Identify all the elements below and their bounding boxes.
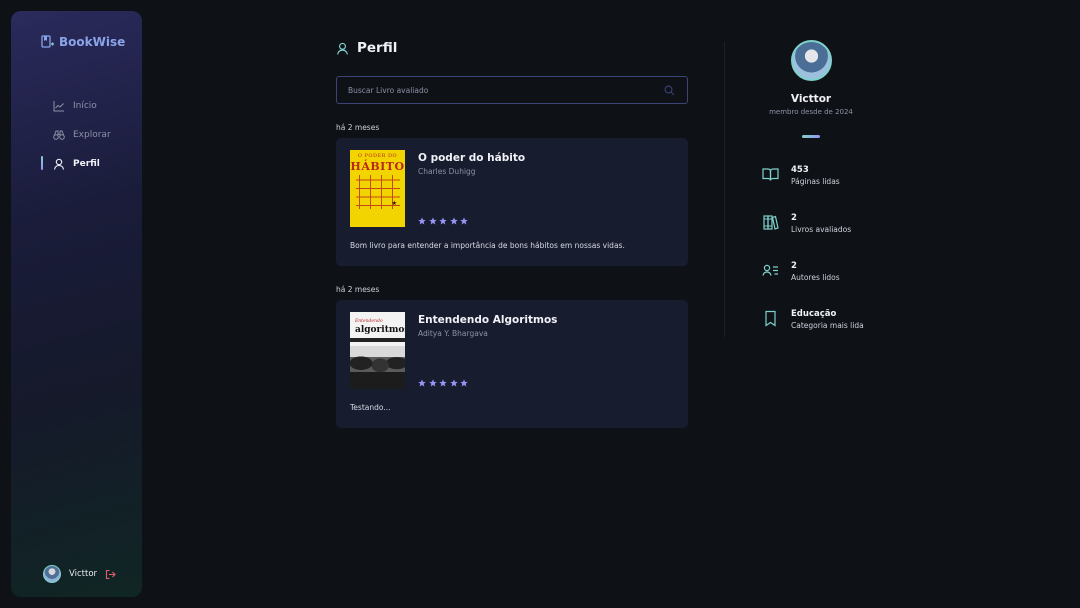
star-icon: [460, 217, 468, 225]
book-open-icon: [762, 168, 779, 181]
star-icon: [418, 217, 426, 225]
cover-text-title: HÁBITO: [350, 160, 405, 173]
rating-stars: [418, 217, 468, 225]
books-icon: [763, 215, 779, 230]
profile-stats: 453 Páginas lidas 2 Livros avaliados 2 A…: [740, 165, 882, 357]
sidebar-nav: Início Explorar Perfil: [41, 91, 111, 178]
search-icon[interactable]: [664, 85, 675, 96]
book-cover[interactable]: O PODER DO HÁBITO ★: [350, 150, 405, 227]
user-list-icon: [762, 264, 778, 276]
star-icon: [460, 379, 468, 387]
book-title[interactable]: Entendendo Algoritmos: [418, 314, 557, 326]
sidebar-user-name: Victtor: [69, 569, 98, 579]
review-time: há 2 meses: [336, 285, 380, 294]
book-title[interactable]: O poder do hábito: [418, 152, 525, 164]
user-icon: [53, 158, 65, 170]
profile-name: Victtor: [790, 93, 832, 105]
active-indicator: [41, 156, 43, 170]
star-icon: [418, 379, 426, 387]
rating-stars: [418, 379, 468, 387]
avatar[interactable]: [43, 565, 61, 583]
stat-value: 2: [791, 213, 797, 223]
cover-text-top: O PODER DO: [357, 153, 398, 159]
stat-value: 453: [791, 165, 809, 175]
sidebar-user: Victtor: [43, 565, 116, 583]
sidebar-item-label: Início: [73, 100, 97, 111]
stat-books-reviewed: 2 Livros avaliados: [762, 213, 882, 261]
main-content: Perfil há 2 meses O PODER DO HÁBITO ★ O …: [336, 40, 688, 428]
review-text: Testando...: [350, 403, 391, 412]
book-author: Aditya Y. Bhargava: [418, 329, 488, 338]
member-since: membro desde de 2024: [769, 108, 853, 116]
stat-label: Categoria mais lida: [791, 321, 864, 330]
sidebar-item-label: Explorar: [73, 129, 111, 140]
avatar[interactable]: [790, 40, 832, 81]
accent-divider: [802, 135, 820, 138]
stat-authors-read: 2 Autores lidos: [762, 261, 882, 309]
page-title: Perfil: [336, 40, 688, 56]
stat-label: Autores lidos: [791, 273, 840, 282]
star-icon: [439, 217, 447, 225]
review-text: Bom livro para entender a importância de…: [350, 241, 625, 250]
review-card[interactable]: Entendendo algoritmos Entendendo Algorit…: [336, 300, 688, 428]
sidebar-item-explorar[interactable]: Explorar: [41, 120, 111, 149]
binoculars-icon: [53, 130, 65, 140]
stat-label: Livros avaliados: [791, 225, 852, 234]
sidebar-item-label: Perfil: [73, 158, 100, 169]
app-logo[interactable]: BookWise: [41, 35, 125, 49]
book-cover[interactable]: Entendendo algoritmos: [350, 312, 405, 389]
profile-panel: Victtor membro desde de 2024 453 Páginas…: [740, 40, 882, 357]
star-icon: [428, 379, 437, 387]
cover-text-title: algoritmos: [355, 325, 405, 335]
sidebar-item-inicio[interactable]: Início: [41, 91, 111, 120]
star-icon: [439, 379, 447, 387]
user-icon: [337, 42, 348, 55]
review-time: há 2 meses: [336, 123, 380, 132]
cover-band: [350, 338, 405, 342]
app-name: BookWise: [59, 35, 126, 49]
star-icon: [428, 217, 437, 225]
search-input[interactable]: [337, 77, 687, 103]
cover-text-top: Entendendo: [355, 319, 383, 324]
star-icon: [449, 217, 458, 225]
book-author: Charles Duhigg: [418, 167, 476, 176]
divider: [724, 42, 725, 337]
star-icon: [449, 379, 458, 387]
stat-top-category: Educação Categoria mais lida: [762, 309, 882, 357]
sidebar-item-perfil[interactable]: Perfil: [41, 149, 111, 178]
logout-icon[interactable]: [105, 569, 116, 580]
logo-book-icon: [41, 35, 54, 48]
chart-line-icon: [53, 100, 64, 111]
review-card[interactable]: O PODER DO HÁBITO ★ O poder do hábito Ch…: [336, 138, 688, 266]
stat-value: 2: [791, 261, 797, 271]
bookmark-icon: [765, 310, 776, 327]
cover-star-icon: ★: [391, 200, 397, 207]
sidebar: BookWise Início Explorar Perfil Victtor: [11, 11, 142, 597]
stat-label: Páginas lidas: [791, 177, 840, 186]
page-title-text: Perfil: [357, 40, 398, 56]
cover-illustration: [350, 346, 405, 389]
search-box: [336, 76, 688, 104]
stat-value: Educação: [791, 309, 837, 319]
stat-pages-read: 453 Páginas lidas: [762, 165, 882, 213]
